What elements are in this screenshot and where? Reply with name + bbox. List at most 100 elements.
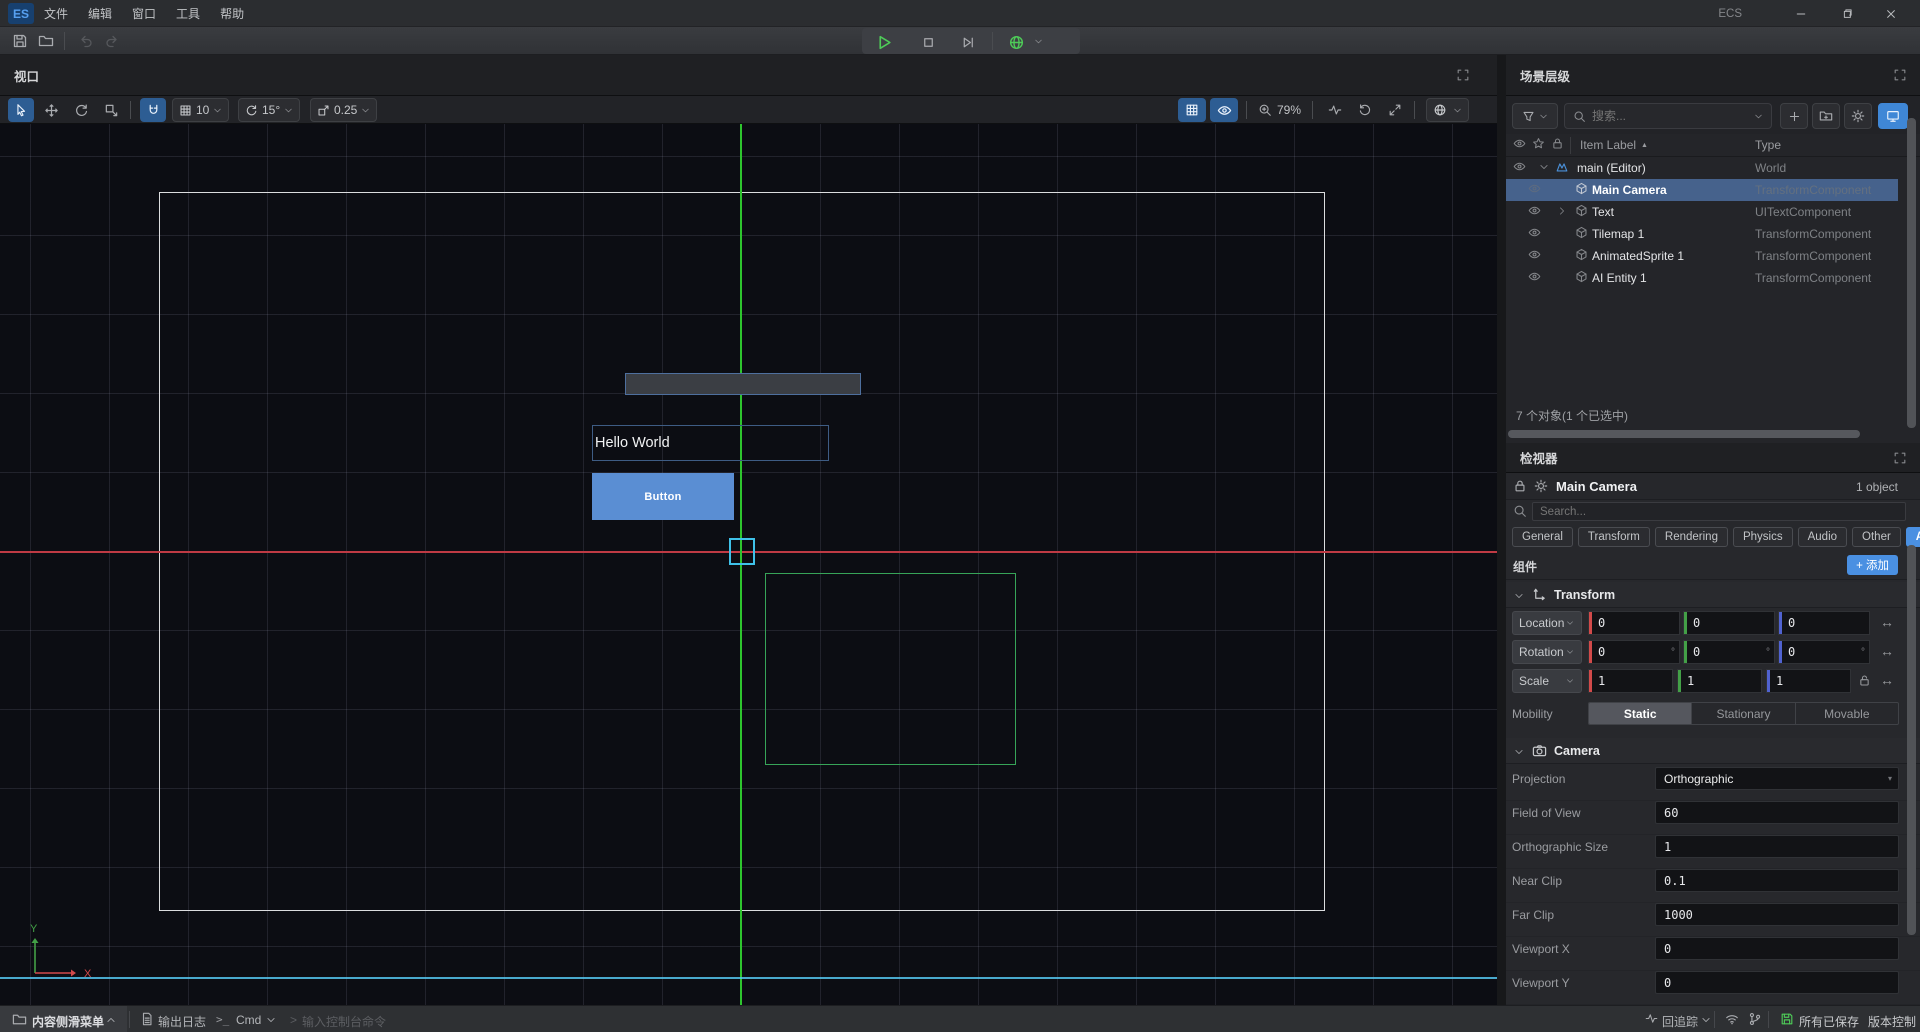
vertical-scrollbar[interactable] [1907,545,1916,935]
inspector-search[interactable] [1532,502,1906,521]
location-label-dropdown[interactable]: Location [1512,611,1582,635]
step-button[interactable] [956,30,980,54]
play-button[interactable] [872,30,896,54]
tab-general[interactable]: General [1512,527,1573,547]
tab-physics[interactable]: Physics [1733,527,1793,547]
version-control-button[interactable]: 版本控制 [1868,1013,1916,1030]
tab-transform[interactable]: Transform [1578,527,1650,547]
minimize-button[interactable] [1784,0,1818,27]
rotation-x-field[interactable]: ° [1588,640,1680,664]
close-button[interactable] [1874,0,1908,27]
location-y-field[interactable] [1683,611,1775,635]
reset-view-icon[interactable] [1352,98,1378,122]
tree-row-world[interactable]: main (Editor) World [1506,157,1898,179]
tab-other[interactable]: Other [1852,527,1901,547]
network-wifi-icon[interactable] [1725,1012,1739,1026]
chevron-down-icon[interactable] [266,1015,276,1025]
vertical-scrollbar[interactable] [1907,118,1916,428]
world-dropdown[interactable] [1426,98,1469,122]
menu-window[interactable]: 窗口 [130,5,158,22]
snap-tool[interactable] [140,98,166,122]
link-values-icon[interactable]: ↔ [1880,643,1894,659]
visibility-eye-icon[interactable] [1528,182,1541,195]
link-values-icon[interactable]: ↔ [1880,672,1894,688]
lock-column-icon[interactable] [1551,137,1564,150]
redo-icon[interactable] [100,29,124,53]
zoom-indicator[interactable]: 79% [1258,98,1301,122]
eye-column-icon[interactable] [1513,137,1526,150]
output-log-button[interactable]: 输出日志 [158,1013,206,1030]
mobility-stationary[interactable]: Stationary [1692,703,1795,724]
far-clip-input[interactable] [1655,903,1899,926]
tab-rendering[interactable]: Rendering [1655,527,1728,547]
chevron-down-icon[interactable] [1514,747,1524,757]
location-x-field[interactable] [1588,611,1680,635]
content-drawer-button[interactable]: 内容侧滑菜单 [0,1006,127,1032]
show-grid-toggle[interactable] [1178,98,1206,122]
rotation-y-field[interactable]: ° [1683,640,1775,664]
fov-input[interactable] [1655,801,1899,824]
scale-y-field[interactable] [1677,669,1762,693]
git-branch-icon[interactable] [1748,1012,1762,1026]
inspector-search-input[interactable] [1540,506,1898,518]
tree-row-ai-entity[interactable]: AI Entity 1 TransformComponent [1506,267,1898,289]
menu-file[interactable]: 文件 [42,5,70,22]
scene-canvas[interactable]: Hello World Button Y X [0,124,1497,1005]
maximize-button[interactable] [1830,0,1864,27]
near-clip-input[interactable] [1655,869,1899,892]
expand-panel-icon[interactable] [1456,68,1471,83]
console-input[interactable]: 输入控制台命令 [302,1013,386,1030]
cmd-dropdown[interactable]: Cmd [236,1013,261,1027]
mobility-static[interactable]: Static [1589,703,1692,724]
display-monitor-button[interactable] [1878,103,1908,129]
visibility-eye-icon[interactable] [1513,160,1526,173]
viewport-y-input[interactable] [1655,971,1899,994]
grid-size-dropdown[interactable]: 10 [172,98,229,122]
visibility-eye-icon[interactable] [1528,204,1541,217]
settings-gear-button[interactable] [1844,103,1872,129]
app-logo[interactable]: ES [8,3,34,24]
undo-icon[interactable] [74,29,98,53]
add-entity-button[interactable] [1780,103,1808,129]
link-values-icon[interactable]: ↔ [1880,614,1894,630]
tree-row-main-camera[interactable]: Main Camera TransformComponent [1506,179,1898,201]
chevron-down-icon[interactable] [1539,162,1549,172]
tab-audio[interactable]: Audio [1798,527,1847,547]
selection-box[interactable] [729,538,755,565]
scale-snap-dropdown[interactable]: 0.25 [310,98,377,122]
chevron-right-icon[interactable] [1557,206,1567,216]
chevron-down-icon[interactable] [1754,112,1763,121]
move-tool[interactable] [38,98,64,122]
visibility-eye-icon[interactable] [1528,248,1541,261]
unlock-icon[interactable] [1858,674,1871,687]
projection-select[interactable]: Orthographic ▾ [1655,767,1899,790]
visibility-eye-icon[interactable] [1528,270,1541,283]
green-region-rect[interactable] [765,573,1016,765]
mobility-movable[interactable]: Movable [1796,703,1898,724]
star-column-icon[interactable] [1532,137,1545,150]
visibility-toggle[interactable] [1210,98,1238,122]
text-entity[interactable]: Hello World [592,425,829,461]
trace-dropdown[interactable]: 回追踪 [1662,1013,1698,1030]
tree-row-tilemap[interactable]: Tilemap 1 TransformComponent [1506,223,1898,245]
filter-button[interactable] [1512,103,1558,129]
rotate-tool[interactable] [68,98,94,122]
chevron-down-icon[interactable] [1701,1015,1711,1025]
scale-z-field[interactable] [1766,669,1851,693]
open-folder-icon[interactable] [34,29,58,53]
tab-all[interactable]: All [1906,527,1920,547]
menu-tools[interactable]: 工具 [174,5,202,22]
fullscreen-icon[interactable] [1382,98,1408,122]
scale-x-field[interactable] [1588,669,1673,693]
menu-help[interactable]: 帮助 [218,5,246,22]
ortho-size-input[interactable] [1655,835,1899,858]
chevron-down-icon[interactable] [1034,37,1043,46]
column-item-label[interactable]: Item Label [1580,138,1636,152]
button-entity[interactable]: Button [592,473,734,520]
scale-label-dropdown[interactable]: Scale [1512,669,1582,693]
hierarchy-search[interactable] [1564,103,1772,129]
add-component-button[interactable]: + 添加 [1847,555,1898,575]
menu-edit[interactable]: 编辑 [86,5,114,22]
globe-mode-icon[interactable] [1004,30,1028,54]
horizontal-scrollbar[interactable] [1508,430,1860,438]
